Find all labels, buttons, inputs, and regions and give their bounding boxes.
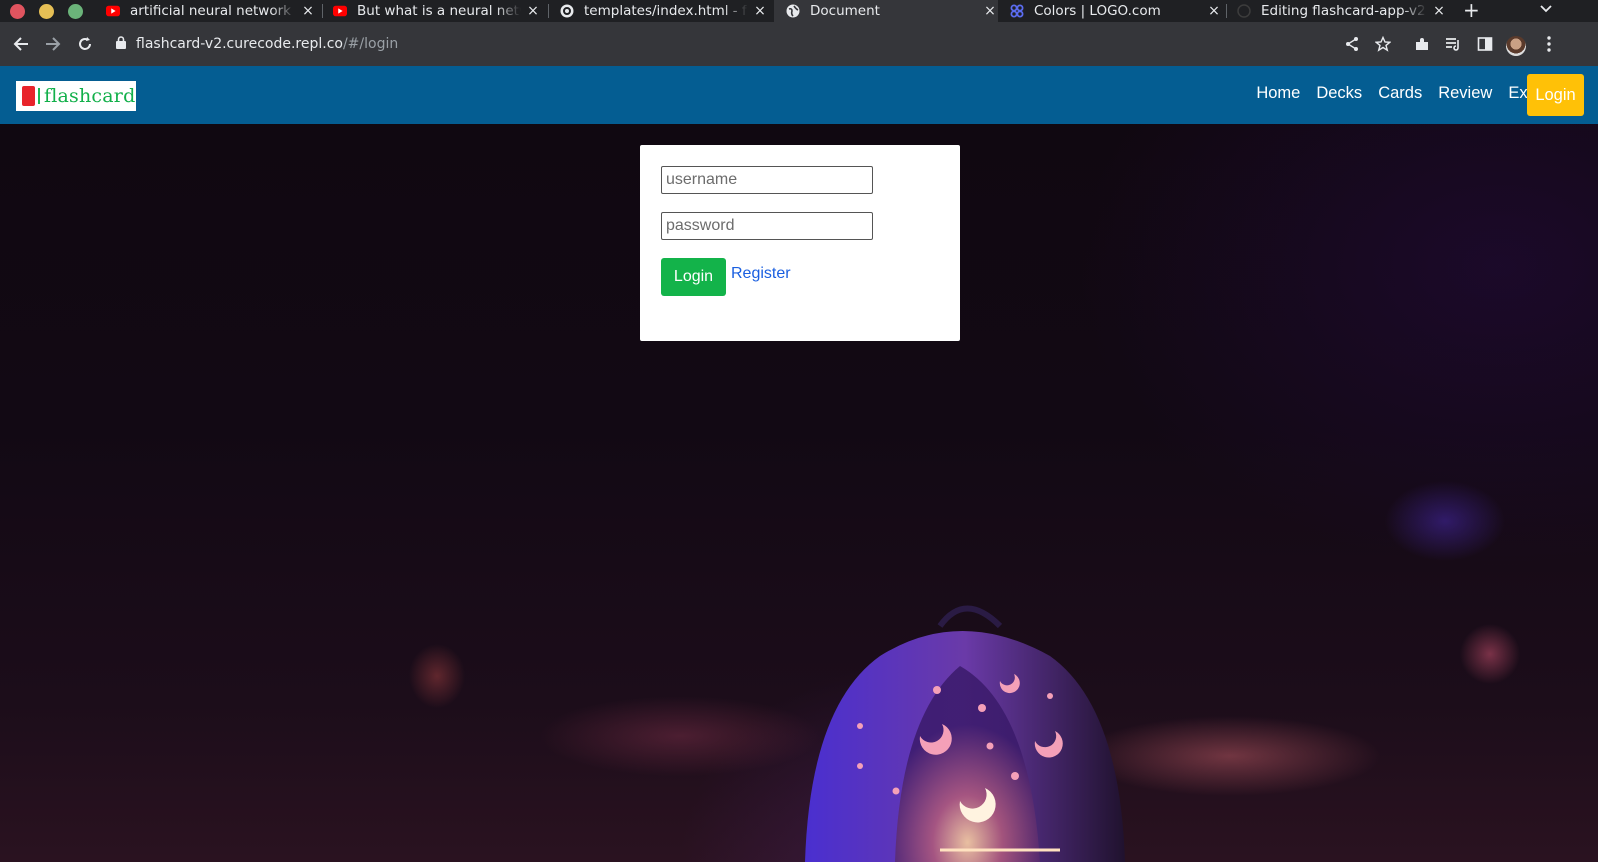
nav-link-cards[interactable]: Cards bbox=[1378, 84, 1422, 103]
nav-login-button[interactable]: Login bbox=[1527, 74, 1584, 116]
profile-avatar[interactable] bbox=[1506, 36, 1526, 56]
nav-link-review[interactable]: Review bbox=[1438, 84, 1492, 103]
page-viewport: flashcard Home Decks Cards Review Export… bbox=[0, 66, 1598, 862]
tab-separator bbox=[548, 4, 549, 18]
tab-title: Colors | LOGO.com bbox=[1034, 3, 1161, 19]
login-card: Login Register bbox=[640, 145, 960, 341]
top-navbar: flashcard Home Decks Cards Review Export… bbox=[0, 66, 1598, 124]
back-arrow-icon[interactable] bbox=[12, 35, 30, 53]
tab-title: artificial neural network bbox=[130, 3, 291, 19]
new-tab-button[interactable]: + bbox=[1463, 0, 1480, 22]
browser-toolbar: flashcard-v2.curecode.repl.co/#/login bbox=[0, 22, 1598, 66]
browser-tab[interactable]: artificial neural network × bbox=[106, 0, 316, 22]
side-panel-icon[interactable] bbox=[1476, 35, 1494, 53]
logo-com-icon bbox=[1010, 4, 1024, 18]
login-submit-button[interactable]: Login bbox=[661, 258, 726, 296]
tab-separator bbox=[1226, 4, 1227, 18]
extensions-puzzle-icon[interactable] bbox=[1413, 35, 1431, 53]
browser-menu-kebab-icon[interactable] bbox=[1540, 35, 1558, 53]
tab-close-icon[interactable]: × bbox=[752, 3, 768, 19]
share-icon[interactable] bbox=[1343, 35, 1361, 53]
github-icon bbox=[1237, 4, 1251, 18]
youtube-icon bbox=[333, 4, 347, 18]
tab-close-icon[interactable]: × bbox=[1206, 3, 1222, 19]
lantern-background-image bbox=[805, 605, 1125, 862]
tab-title: templates/index.html - f bbox=[584, 3, 747, 19]
browser-tab[interactable]: Colors | LOGO.com × bbox=[1010, 0, 1222, 22]
tab-separator bbox=[322, 4, 323, 18]
window-minimize-button[interactable] bbox=[39, 4, 54, 19]
youtube-icon bbox=[106, 4, 120, 18]
browser-tab-strip: artificial neural network × But what is … bbox=[0, 0, 1598, 22]
replit-icon bbox=[560, 4, 574, 18]
brand-logo[interactable]: flashcard bbox=[16, 81, 136, 111]
forward-arrow-icon[interactable] bbox=[44, 35, 62, 53]
tab-close-icon[interactable]: × bbox=[300, 3, 316, 19]
browser-tab[interactable]: templates/index.html - f × bbox=[560, 0, 768, 22]
browser-tab[interactable]: But what is a neural network × bbox=[333, 0, 541, 22]
media-queue-icon[interactable] bbox=[1444, 35, 1462, 53]
tab-title: Editing flashcard-app-v2 bbox=[1261, 3, 1426, 19]
password-input[interactable] bbox=[661, 212, 873, 240]
url-path: /#/login bbox=[342, 36, 399, 52]
reload-icon[interactable] bbox=[76, 35, 94, 53]
tab-title: Document bbox=[810, 3, 880, 19]
browser-tab[interactable]: Editing flashcard-app-v2 × bbox=[1237, 0, 1447, 22]
bookmark-star-icon[interactable] bbox=[1374, 35, 1392, 53]
username-input[interactable] bbox=[661, 166, 873, 194]
tab-search-chevron-icon[interactable] bbox=[1540, 2, 1552, 16]
window-close-button[interactable] bbox=[10, 4, 25, 19]
url-host: flashcard-v2.curecode.repl.co bbox=[136, 36, 343, 52]
window-maximize-button[interactable] bbox=[68, 4, 83, 19]
browser-tab-active[interactable]: Document × bbox=[774, 0, 998, 22]
lock-icon bbox=[116, 35, 126, 53]
tab-close-icon[interactable]: × bbox=[1431, 3, 1447, 19]
brand-name: flashcard bbox=[44, 85, 136, 107]
nav-links: Home Decks Cards Review Export bbox=[1240, 84, 1556, 103]
tab-title: But what is a neural network bbox=[357, 3, 521, 19]
tab-close-icon[interactable]: × bbox=[982, 3, 998, 19]
nav-link-home[interactable]: Home bbox=[1256, 84, 1300, 103]
nav-link-decks[interactable]: Decks bbox=[1316, 84, 1362, 103]
tab-close-icon[interactable]: × bbox=[525, 3, 541, 19]
address-bar[interactable]: flashcard-v2.curecode.repl.co/#/login bbox=[116, 34, 398, 54]
register-link[interactable]: Register bbox=[731, 265, 791, 283]
globe-icon bbox=[786, 4, 800, 18]
flashcard-logo-icon bbox=[22, 86, 40, 106]
